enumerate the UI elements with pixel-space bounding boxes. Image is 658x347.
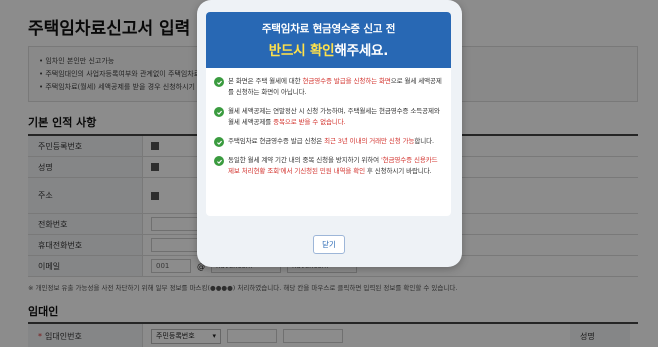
notice-item-text: 월세 세액공제는 연말정산 시 신청 가능하며, 주택월세는 현금영수증 소득공… [228, 106, 443, 128]
notice-item-text: 동일한 월세 계약 기간 내의 중복 신청을 방지하기 위하여 '현금영수증 신… [228, 155, 443, 177]
confirm-modal: 주택임차료 현금영수증 신고 전 반드시 확인해주세요. 본 화면은 주택 월세… [197, 0, 462, 267]
modal-title-rest: 해주세요. [334, 43, 389, 59]
text-part: 후 신청하시기 바랍니다. [364, 167, 432, 175]
check-circle-icon [214, 77, 224, 87]
modal-body: 본 화면은 주택 월세에 대한 현금영수증 발급을 신청하는 화면으로 월세 세… [206, 68, 451, 177]
notice-item: 동일한 월세 계약 기간 내의 중복 신청을 방지하기 위하여 '현금영수증 신… [214, 155, 443, 177]
notice-item: 주택임차료 현금영수증 발급 신청은 최근 3년 이내의 거래만 신청 가능합니… [214, 136, 443, 147]
modal-header: 주택임차료 현금영수증 신고 전 반드시 확인해주세요. [206, 12, 451, 68]
modal-title-line2: 반드시 확인해주세요. [206, 39, 451, 59]
text-part-red: 중복으로 받을 수 없습니다. [273, 118, 346, 126]
check-circle-icon [214, 137, 224, 147]
text-part-red: 최근 3년 이내의 거래만 신청 가능 [324, 137, 415, 145]
close-button[interactable]: 닫기 [313, 235, 345, 254]
modal-title-line1: 주택임차료 현금영수증 신고 전 [261, 23, 396, 35]
text-part: 본 화면은 주택 월세에 대한 [228, 77, 303, 85]
notice-item-text: 주택임차료 현금영수증 발급 신청은 최근 3년 이내의 거래만 신청 가능합니… [228, 136, 434, 147]
notice-item: 본 화면은 주택 월세에 대한 현금영수증 발급을 신청하는 화면으로 월세 세… [214, 76, 443, 98]
check-circle-icon [214, 107, 224, 117]
text-part: 주택임차료 현금영수증 발급 신청은 [228, 137, 325, 145]
text-part-red: 현금영수증 발급을 신청하는 화면 [302, 77, 391, 85]
modal-card: 주택임차료 현금영수증 신고 전 반드시 확인해주세요. 본 화면은 주택 월세… [206, 12, 451, 216]
check-circle-icon [214, 156, 224, 166]
notice-item: 월세 세액공제는 연말정산 시 신청 가능하며, 주택월세는 현금영수증 소득공… [214, 106, 443, 128]
notice-item-text: 본 화면은 주택 월세에 대한 현금영수증 발급을 신청하는 화면으로 월세 세… [228, 76, 443, 98]
text-part: 합니다. [414, 137, 434, 145]
text-part: 동일한 월세 계약 기간 내의 중복 신청을 방지하기 위하여 [228, 156, 381, 164]
modal-title-highlight: 반드시 확인 [268, 43, 335, 59]
